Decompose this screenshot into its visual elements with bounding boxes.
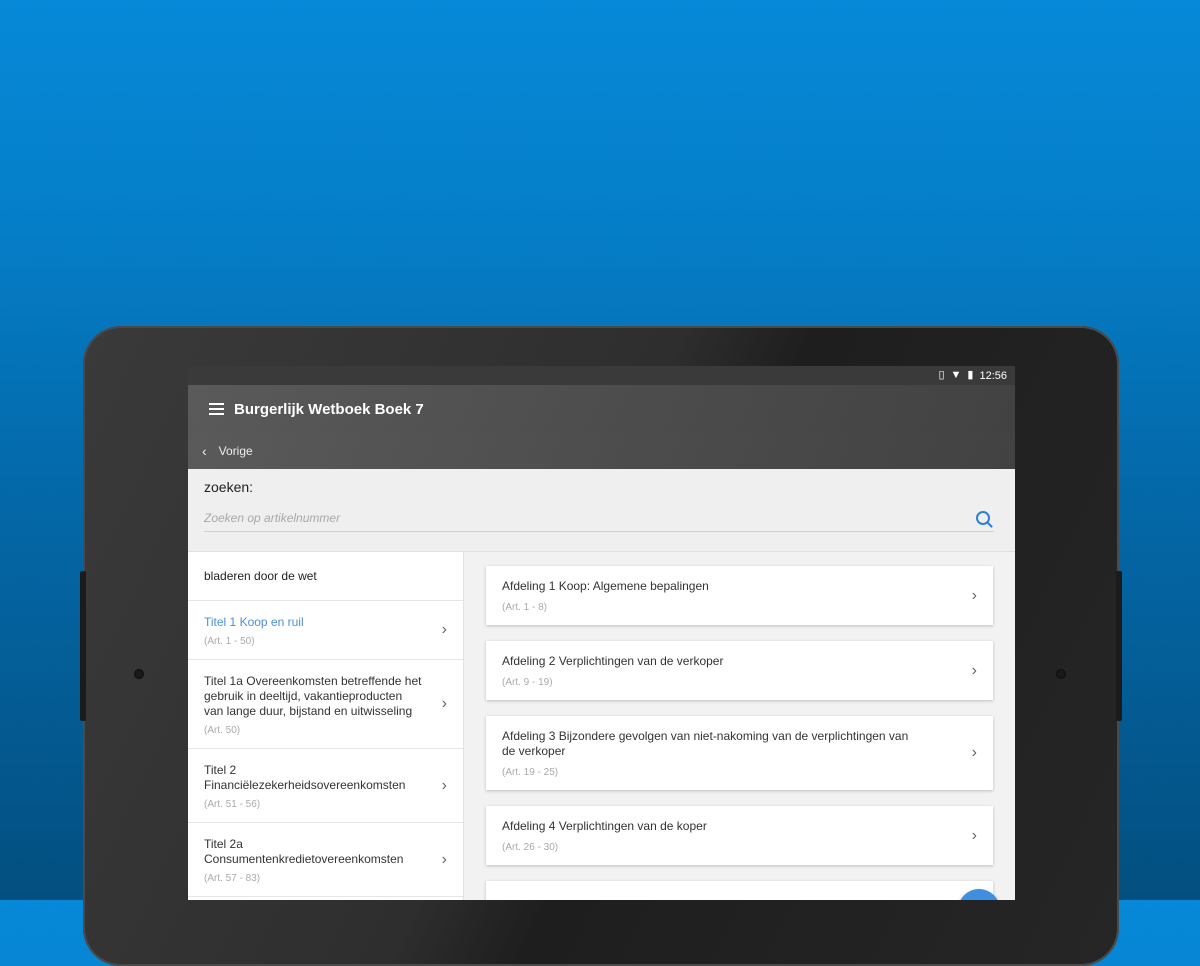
tablet-side-button-left	[80, 571, 86, 721]
status-time: 12:56	[979, 369, 1007, 382]
browse-pane: bladeren door de wet Titel 1 Koop en rui…	[188, 552, 464, 900]
app-screen: ▯ ▼ ▮ 12:56 Burgerlijk Wetboek Boek 7 ‹ …	[188, 366, 1015, 900]
tablet-speaker-right	[1056, 669, 1066, 679]
titel-item[interactable]: Titel 1a Overeenkomsten betreffende het …	[188, 660, 463, 749]
chevron-right-icon: ›	[441, 850, 447, 868]
chevron-right-icon: ›	[971, 661, 977, 679]
back-button[interactable]: Vorige	[219, 444, 253, 458]
afdeling-title: Afdeling 1 Koop: Algemene bepalingen	[502, 579, 709, 593]
afdeling-card[interactable]: Afdeling 1 Koop: Algemene bepalingen (Ar…	[486, 566, 993, 625]
chevron-right-icon: ›	[441, 621, 447, 638]
titel-item[interactable]: Titel 2 Financiëlezekerheidsovereenkomst…	[188, 749, 463, 823]
chevron-right-icon: ›	[971, 826, 977, 844]
tablet-side-button-right	[1116, 571, 1122, 721]
page-title: Burgerlijk Wetboek Boek 7	[234, 400, 424, 418]
afdeling-list: Afdeling 1 Koop: Algemene bepalingen (Ar…	[464, 552, 1015, 900]
afdeling-card[interactable]: Afdeling 3 Bijzondere gevolgen van niet-…	[486, 716, 993, 790]
vibrate-icon: ▯	[938, 369, 945, 381]
status-bar: ▯ ▼ ▮ 12:56	[188, 366, 1015, 385]
chevron-right-icon: ›	[971, 744, 977, 761]
chevron-right-icon: ›	[971, 586, 977, 604]
chevron-left-icon[interactable]: ‹	[202, 443, 207, 459]
afdeling-title: Afdeling 3 Bijzondere gevolgen van niet-…	[502, 729, 909, 758]
titel-articles: (Art. 51 - 56)	[204, 799, 261, 810]
titel-name: Titel 1 Koop en ruil	[204, 615, 304, 629]
search-icon[interactable]	[976, 511, 990, 525]
search-input[interactable]	[204, 505, 994, 532]
titel-name: Titel 1a Overeenkomsten betreffende het …	[204, 674, 422, 718]
titel-name: Titel 2a Consumentenkredietovereenkomste…	[204, 837, 404, 866]
afdeling-articles: (Art. 26 - 30)	[502, 842, 559, 853]
chevron-right-icon: ›	[441, 695, 447, 712]
afdeling-card[interactable]: Afdeling 4 Verplichtingen van de koper (…	[486, 806, 993, 865]
afdeling-card[interactable]	[486, 881, 993, 900]
afdeling-articles: (Art. 1 - 8)	[502, 602, 548, 613]
app-bar: Burgerlijk Wetboek Boek 7	[188, 385, 1015, 433]
battery-icon: ▮	[967, 369, 974, 381]
afdeling-card[interactable]: Afdeling 2 Verplichtingen van de verkope…	[486, 641, 993, 700]
content-area: bladeren door de wet Titel 1 Koop en rui…	[188, 552, 1015, 900]
search-panel: zoeken:	[188, 469, 1015, 552]
wifi-icon: ▼	[950, 369, 962, 381]
afdeling-title: Afdeling 2 Verplichtingen van de verkope…	[502, 654, 724, 668]
chevron-right-icon: ›	[441, 776, 447, 794]
afdeling-title: Afdeling 4 Verplichtingen van de koper	[502, 819, 707, 833]
titel-name: Titel 2 Financiëlezekerheidsovereenkomst…	[204, 763, 406, 792]
titel-item[interactable]: Titel 1 Koop en ruil (Art. 1 - 50) ›	[188, 601, 463, 660]
back-bar[interactable]: ‹ Vorige	[188, 433, 1015, 469]
afdeling-articles: (Art. 19 - 25)	[502, 767, 559, 778]
afdeling-articles: (Art. 9 - 19)	[502, 677, 553, 688]
titel-articles: (Art. 57 - 83)	[204, 873, 261, 884]
tablet-speaker-left	[134, 669, 144, 679]
browse-heading: bladeren door de wet	[188, 552, 463, 601]
search-label: zoeken:	[204, 479, 254, 495]
titel-item[interactable]: Titel 2a Consumentenkredietovereenkomste…	[188, 823, 463, 897]
titel-articles: (Art. 1 - 50)	[204, 636, 255, 647]
titel-articles: (Art. 50)	[204, 725, 241, 736]
